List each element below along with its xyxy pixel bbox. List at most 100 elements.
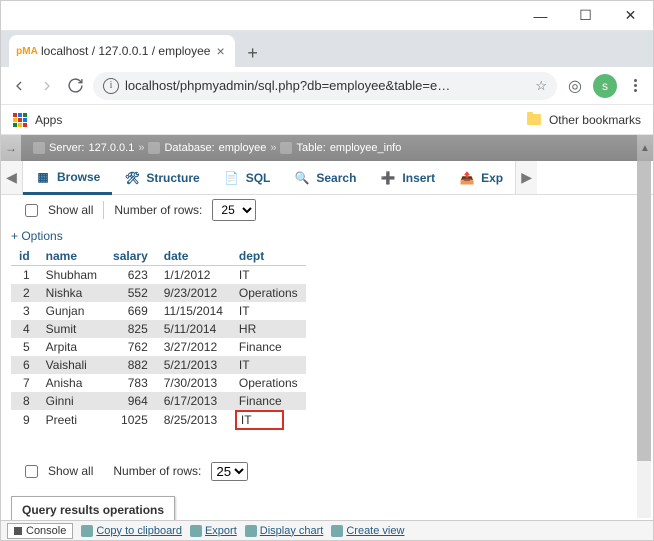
site-info-icon[interactable]: i — [103, 78, 119, 94]
panel-expand-arrow[interactable]: → — [1, 135, 21, 161]
table-row[interactable]: 4Sumit8255/11/2014HR — [11, 320, 306, 338]
table-row[interactable]: 9Preeti10258/25/2013IT — [11, 410, 306, 430]
cell-name[interactable]: Sumit — [38, 320, 105, 338]
cell-salary[interactable]: 669 — [105, 302, 156, 320]
cell-salary[interactable]: 552 — [105, 284, 156, 302]
table-row[interactable]: 7Anisha7837/30/2013Operations — [11, 374, 306, 392]
tabs-scroll-right[interactable]: ▶ — [515, 161, 537, 194]
num-rows-select[interactable]: 25 — [212, 199, 256, 221]
cell-dept[interactable]: Finance — [231, 338, 306, 356]
cell-id[interactable]: 6 — [11, 356, 38, 374]
cell-dept[interactable]: IT — [231, 302, 306, 320]
cell-dept[interactable]: Finance — [231, 392, 306, 410]
browser-tab[interactable]: pMA localhost / 127.0.0.1 / employee × — [9, 35, 235, 67]
table-row[interactable]: 3Gunjan66911/15/2014IT — [11, 302, 306, 320]
console-toggle[interactable]: Console — [7, 523, 73, 539]
window-close-button[interactable]: ✕ — [608, 1, 653, 31]
panel-collapse-arrow[interactable]: ▲ — [637, 135, 653, 161]
cell-date[interactable]: 8/25/2013 — [156, 410, 231, 430]
display-chart-link[interactable]: Display chart — [245, 525, 324, 537]
scrollbar-thumb[interactable] — [637, 161, 651, 461]
show-all-checkbox-bottom[interactable] — [25, 465, 38, 478]
cell-salary[interactable]: 825 — [105, 320, 156, 338]
tab-close-icon[interactable]: × — [216, 43, 224, 59]
cell-date[interactable]: 6/17/2013 — [156, 392, 231, 410]
cell-salary[interactable]: 623 — [105, 266, 156, 285]
tabs-scroll-left[interactable]: ◀ — [1, 161, 23, 194]
cell-name[interactable]: Arpita — [38, 338, 105, 356]
export-link[interactable]: Export — [190, 525, 237, 537]
column-header-dept[interactable]: dept — [231, 247, 306, 266]
tab-sql[interactable]: 📄 SQL — [212, 161, 283, 194]
show-all-checkbox[interactable] — [25, 204, 38, 217]
new-tab-button[interactable]: + — [239, 39, 267, 67]
tab-search[interactable]: 🔍 Search — [282, 161, 368, 194]
cell-date[interactable]: 5/21/2013 — [156, 356, 231, 374]
num-rows-select-bottom[interactable]: 25 — [211, 462, 248, 481]
tab-browse[interactable]: ▦ Browse — [23, 161, 112, 195]
cell-id[interactable]: 5 — [11, 338, 38, 356]
other-bookmarks-label[interactable]: Other bookmarks — [549, 113, 641, 127]
reload-button[interactable] — [65, 76, 85, 96]
crumb-server[interactable]: Server: 127.0.0.1 — [33, 142, 134, 154]
window-maximize-button[interactable]: ☐ — [563, 1, 608, 31]
cell-id[interactable]: 7 — [11, 374, 38, 392]
cell-dept[interactable]: Operations — [231, 374, 306, 392]
tab-export[interactable]: 📤 Exp — [447, 161, 515, 194]
table-row[interactable]: 2Nishka5529/23/2012Operations — [11, 284, 306, 302]
table-row[interactable]: 1Shubham6231/1/2012IT — [11, 266, 306, 285]
cell-name[interactable]: Vaishali — [38, 356, 105, 374]
column-header-id[interactable]: id — [11, 247, 38, 266]
cell-id[interactable]: 3 — [11, 302, 38, 320]
apps-icon[interactable] — [13, 113, 27, 127]
cell-id[interactable]: 9 — [11, 410, 38, 430]
cell-name[interactable]: Ginni — [38, 392, 105, 410]
address-bar[interactable]: i ☆ — [93, 72, 557, 100]
url-input[interactable] — [125, 78, 529, 93]
crumb-database[interactable]: Database: employee — [148, 142, 266, 154]
copy-clipboard-link[interactable]: Copy to clipboard — [81, 525, 182, 537]
column-header-salary[interactable]: salary — [105, 247, 156, 266]
table-row[interactable]: 6Vaishali8825/21/2013IT — [11, 356, 306, 374]
window-minimize-button[interactable]: — — [518, 1, 563, 31]
cell-name[interactable]: Nishka — [38, 284, 105, 302]
back-button[interactable] — [9, 76, 29, 96]
cell-dept[interactable]: IT — [231, 266, 306, 285]
table-row[interactable]: 5Arpita7623/27/2012Finance — [11, 338, 306, 356]
column-header-date[interactable]: date — [156, 247, 231, 266]
vertical-scrollbar[interactable] — [637, 161, 651, 518]
cell-dept[interactable]: Operations — [231, 284, 306, 302]
cell-dept[interactable]: IT — [231, 356, 306, 374]
options-toggle[interactable]: + Options — [1, 225, 653, 247]
cell-name[interactable]: Gunjan — [38, 302, 105, 320]
cell-date[interactable]: 1/1/2012 — [156, 266, 231, 285]
cell-salary[interactable]: 762 — [105, 338, 156, 356]
column-header-name[interactable]: name — [38, 247, 105, 266]
table-row[interactable]: 8Ginni9646/17/2013Finance — [11, 392, 306, 410]
cell-date[interactable]: 5/11/2014 — [156, 320, 231, 338]
cell-name[interactable]: Anisha — [38, 374, 105, 392]
tab-insert[interactable]: ➕ Insert — [368, 161, 447, 194]
tab-structure[interactable]: 🛠 Structure — [112, 161, 211, 194]
cell-salary[interactable]: 1025 — [105, 410, 156, 430]
apps-label[interactable]: Apps — [35, 113, 62, 127]
cell-date[interactable]: 3/27/2012 — [156, 338, 231, 356]
star-icon[interactable]: ☆ — [535, 78, 547, 94]
cell-id[interactable]: 1 — [11, 266, 38, 285]
create-view-link[interactable]: Create view — [331, 525, 404, 537]
crumb-table[interactable]: Table: employee_info — [280, 142, 401, 154]
browser-menu-button[interactable] — [625, 76, 645, 96]
cell-name[interactable]: Preeti — [38, 410, 105, 430]
cell-salary[interactable]: 783 — [105, 374, 156, 392]
cell-id[interactable]: 4 — [11, 320, 38, 338]
cell-salary[interactable]: 882 — [105, 356, 156, 374]
cell-date[interactable]: 11/15/2014 — [156, 302, 231, 320]
extension-icon[interactable]: ◎ — [565, 76, 585, 96]
cell-salary[interactable]: 964 — [105, 392, 156, 410]
cell-id[interactable]: 2 — [11, 284, 38, 302]
cell-date[interactable]: 7/30/2013 — [156, 374, 231, 392]
cell-name[interactable]: Shubham — [38, 266, 105, 285]
cell-dept[interactable]: HR — [231, 320, 306, 338]
cell-dept[interactable]: IT — [231, 410, 306, 430]
cell-date[interactable]: 9/23/2012 — [156, 284, 231, 302]
